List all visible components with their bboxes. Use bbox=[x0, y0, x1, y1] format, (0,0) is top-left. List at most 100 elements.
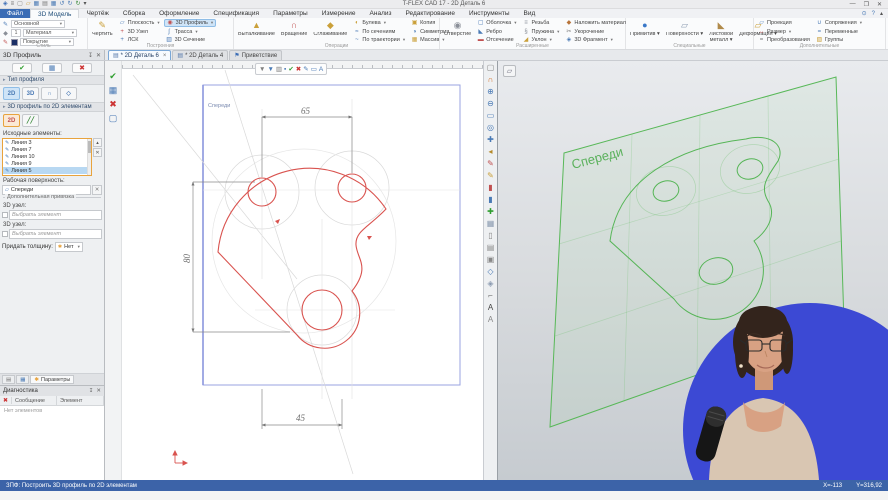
edit-red-icon[interactable]: ✎ bbox=[487, 159, 494, 168]
ribbon-button-spring[interactable]: § Пружина ▾ bbox=[520, 28, 561, 36]
doc2-icon[interactable]: ▯ bbox=[488, 231, 492, 240]
node2-input[interactable]: Выбрать элемент bbox=[9, 229, 102, 239]
image-icon[interactable]: ▦ bbox=[487, 219, 495, 228]
node1-checkbox[interactable] bbox=[2, 212, 8, 218]
ribbon-button-primitive[interactable]: ● Примитив ▾ bbox=[628, 19, 662, 44]
undo-icon[interactable]: ↺ bbox=[59, 1, 64, 7]
clear-surface-button[interactable]: ✕ bbox=[92, 185, 102, 195]
ribbon-button-projection[interactable]: ▱ Проекция bbox=[756, 19, 812, 27]
ribbon-tab-Измерение[interactable]: Измерение bbox=[315, 9, 363, 18]
drawing-canvas[interactable]: Спереди 65 80 45 bbox=[105, 69, 483, 480]
ribbon-select-style[interactable]: Основной ▾ bbox=[11, 20, 65, 28]
ok-icon[interactable]: ✔ bbox=[109, 71, 117, 81]
ribbon-button-sheetmetal[interactable]: ◣ Листовой металл ▾ bbox=[707, 19, 735, 44]
rect-small-icon[interactable]: ▭ bbox=[311, 66, 317, 73]
collapse-ribbon-icon[interactable]: ▴ bbox=[880, 10, 883, 17]
ribbon-button-profile3d[interactable]: ◉ 3D Профиль ▾ bbox=[163, 19, 217, 27]
pencil-small-icon[interactable]: ✎ bbox=[303, 66, 308, 73]
ribbon-button-shorten[interactable]: ✂ Укорочение bbox=[563, 28, 628, 36]
document-tab[interactable]: ▤ * 2D Деталь 6 × bbox=[108, 50, 172, 60]
maximize-button[interactable]: ❐ bbox=[864, 1, 869, 8]
ribbon-tab-Сборка[interactable]: Сборка bbox=[116, 9, 152, 18]
close-panel-icon[interactable]: ✕ bbox=[96, 52, 101, 59]
cancel-button[interactable]: ✖ bbox=[72, 63, 92, 73]
ribbon-tab-Инструменты[interactable]: Инструменты bbox=[462, 9, 517, 18]
profile-type-button-3[interactable]: ∩ bbox=[41, 87, 58, 100]
app-icon[interactable]: ◈ bbox=[3, 1, 8, 7]
ribbon-tab-Спецификация[interactable]: Спецификация bbox=[206, 9, 266, 18]
zoom-window-icon[interactable]: ▭ bbox=[487, 111, 495, 120]
ribbon-button-dimension[interactable]: ↔ Размер ▾ bbox=[756, 28, 812, 36]
ribbon-button-shell[interactable]: ▢ Оболочка ▾ bbox=[475, 19, 518, 27]
menu-icon[interactable]: ≡ bbox=[11, 1, 15, 7]
book-red-icon[interactable]: ▮ bbox=[488, 183, 492, 192]
move-icon[interactable]: ✚ bbox=[487, 207, 494, 216]
node1-input[interactable]: Выбрать элемент bbox=[9, 210, 102, 220]
zoom-all-icon[interactable]: ◎ bbox=[487, 123, 494, 132]
list-remove-button[interactable]: ✕ bbox=[93, 148, 102, 157]
document-tab[interactable]: ⚑ Приветствие bbox=[229, 50, 283, 60]
list-item[interactable]: ✎ Линия 7 bbox=[3, 146, 91, 153]
magnet-icon[interactable]: ∩ bbox=[488, 75, 494, 84]
ribbon-button-revolve[interactable]: ∩ Вращение bbox=[279, 19, 309, 44]
preview-button[interactable]: ▦ bbox=[42, 63, 62, 73]
ribbon-tab-Анализ[interactable]: Анализ bbox=[363, 9, 399, 18]
source-elements-list[interactable]: ✎ Линия 3 ✎ Линия 7 ✎ Линия 10 ✎ Линия 9 ✎ Линия … bbox=[2, 138, 92, 176]
profile-geometry[interactable] bbox=[217, 167, 387, 349]
edit-gold-icon[interactable]: ✎ bbox=[487, 171, 494, 180]
ribbon-select-material2[interactable]: Материал ▾ bbox=[23, 29, 77, 37]
letterA-icon[interactable]: A bbox=[319, 66, 323, 73]
cancel-icon[interactable]: ✖ bbox=[109, 99, 117, 109]
letterA-cyr-icon[interactable]: А bbox=[488, 303, 493, 312]
view-menu-icon[interactable]: ▱ bbox=[503, 65, 516, 77]
list-item[interactable]: ✎ Линия 9 bbox=[3, 160, 91, 167]
list-item[interactable]: ✎ Линия 3 bbox=[3, 139, 91, 146]
pin-icon[interactable]: ↧ bbox=[89, 388, 94, 394]
wireframe-icon[interactable]: ◈ bbox=[487, 279, 493, 288]
document-tab[interactable]: ▤ * 2D Деталь 4 bbox=[172, 50, 229, 60]
ribbon-button-surfaces[interactable]: ▱ Поверхности ▾ bbox=[664, 19, 705, 44]
clear-messages-icon[interactable]: ✖ bbox=[0, 397, 12, 404]
preview-icon[interactable]: ▦ bbox=[109, 85, 118, 95]
book-blue-icon[interactable]: ▮ bbox=[488, 195, 492, 204]
mode-hatch-button[interactable]: ╱╱ bbox=[22, 114, 39, 127]
search-icon[interactable]: ⊙ bbox=[862, 10, 867, 17]
node2-checkbox[interactable] bbox=[2, 231, 8, 237]
profile-type-button-4[interactable]: ◇ bbox=[60, 87, 77, 100]
close-button[interactable]: ✕ bbox=[877, 1, 882, 8]
check-small-icon[interactable]: ✔ bbox=[288, 66, 293, 73]
save-icon[interactable]: ▦ bbox=[33, 1, 39, 7]
pin-icon[interactable]: ↧ bbox=[88, 52, 93, 59]
mode-2d-elements-button[interactable]: 2D bbox=[3, 114, 20, 127]
pan-icon[interactable]: ✚ bbox=[487, 135, 494, 144]
list-item[interactable]: ✎ Линия 5 bbox=[3, 167, 91, 174]
ribbon-button-draw[interactable]: ✎ Чертить bbox=[90, 19, 115, 44]
ok-button[interactable]: ✔ bbox=[12, 63, 32, 73]
ribbon-button-extrude[interactable]: ▲ Выталкивание bbox=[236, 19, 277, 44]
ribbon-tab-Редактирование[interactable]: Редактирование bbox=[398, 9, 462, 18]
ribbon-button-loft[interactable]: ≈ По сечениям bbox=[351, 28, 407, 36]
column-element[interactable]: Элемент bbox=[57, 396, 104, 405]
refresh-icon[interactable]: ↻ bbox=[76, 1, 81, 7]
ribbon-tab-Параметры[interactable]: Параметры bbox=[266, 9, 315, 18]
copy2-icon[interactable]: ▣ bbox=[487, 255, 495, 264]
preview-icon[interactable]: ▦ bbox=[51, 1, 57, 7]
footer-window-button[interactable]: ▦ bbox=[16, 375, 30, 384]
help-icon[interactable]: ? bbox=[872, 11, 875, 17]
open-icon[interactable]: ▱ bbox=[26, 1, 31, 7]
redo-icon[interactable]: ↻ bbox=[67, 1, 72, 7]
section-profile-type[interactable]: ▸ Тип профиля bbox=[0, 75, 104, 85]
cube-icon[interactable]: ◇ bbox=[487, 267, 493, 276]
close-tab-icon[interactable]: × bbox=[163, 53, 167, 59]
spin-field[interactable]: 1 bbox=[11, 29, 21, 37]
ribbon-tab-Вид[interactable]: Вид bbox=[517, 9, 543, 18]
close-diagnostics-icon[interactable]: ✕ bbox=[96, 388, 101, 394]
ribbon-button-rib[interactable]: ◣ Ребро bbox=[475, 28, 518, 36]
column-message[interactable]: Сообщение bbox=[12, 396, 57, 405]
ribbon-tab-Оформление[interactable]: Оформление bbox=[152, 9, 206, 18]
ribbon-button-mates[interactable]: ∪ Сопряжения ▾ bbox=[814, 19, 864, 27]
ribbon-button-node3d[interactable]: +3D Узел bbox=[117, 28, 162, 36]
ribbon-tab-Чертёж[interactable]: Чертёж bbox=[79, 9, 115, 18]
minimize-button[interactable]: — bbox=[850, 1, 856, 8]
ribbon-button-route[interactable]: ∫ Трасса ▾ bbox=[164, 28, 217, 36]
